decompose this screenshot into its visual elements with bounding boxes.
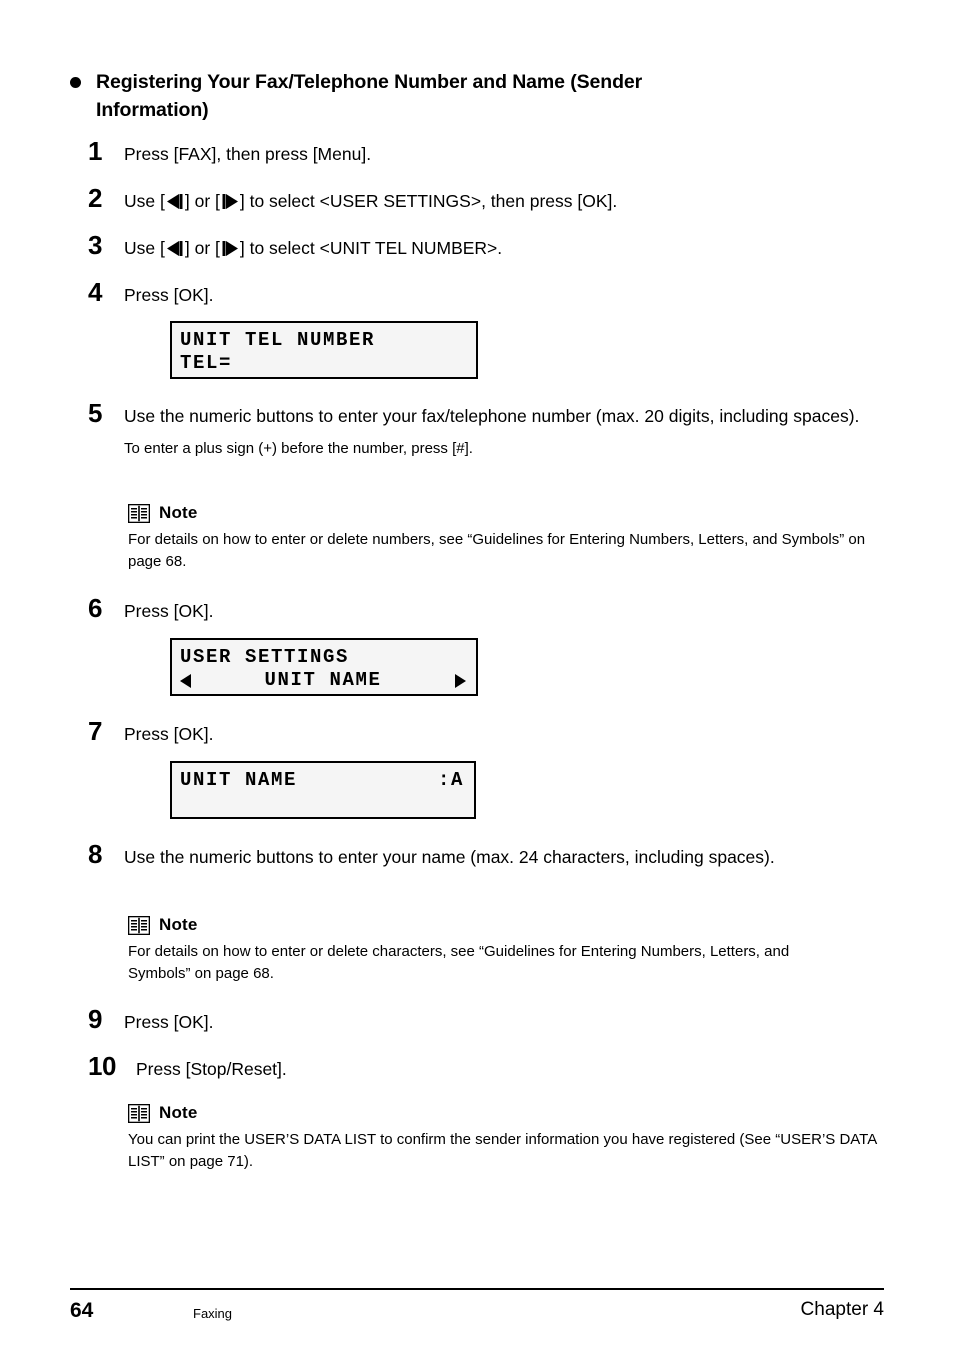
step-9: 9 Press [OK]. bbox=[88, 1006, 213, 1035]
open-book-icon bbox=[128, 1103, 150, 1123]
left-arrow-key-icon bbox=[165, 194, 185, 209]
lcd-line-1: USER SETTINGS bbox=[180, 646, 350, 668]
section-heading: Registering Your Fax/Telephone Number an… bbox=[70, 68, 870, 124]
note-title: Note bbox=[159, 1103, 198, 1122]
step-number: 3 bbox=[88, 230, 102, 260]
step-1: 1 Press [FAX], then press [Menu]. bbox=[88, 138, 371, 167]
lcd-display-unit-tel-number: UNIT TEL NUMBER TEL= bbox=[170, 321, 478, 379]
step-text-part: Use [ bbox=[124, 238, 165, 258]
step-text-part: ] or [ bbox=[184, 191, 220, 211]
note-body: For details on how to enter or delete nu… bbox=[128, 531, 866, 570]
step-text: Press [OK]. bbox=[124, 601, 214, 621]
step-5: 5 Use the numeric buttons to enter your … bbox=[88, 400, 888, 460]
step-text-part: Use [ bbox=[124, 191, 165, 211]
note-body: For details on how to enter or delete ch… bbox=[128, 943, 790, 982]
step-6: 6 Press [OK]. bbox=[88, 595, 213, 624]
open-book-icon bbox=[128, 915, 150, 935]
step-text: Press [OK]. bbox=[124, 285, 214, 305]
lcd-line-1-value: :A bbox=[437, 769, 464, 791]
note-block-1: Note For details on how to enter or dele… bbox=[128, 503, 876, 572]
lcd-line-2: UNIT NAME bbox=[180, 669, 466, 692]
step-3: 3 Use [ ] or [ ] to select <UNIT TEL NUMBE… bbox=[88, 232, 502, 261]
step-text: Use the numeric buttons to enter your na… bbox=[124, 847, 775, 867]
lcd-line-1: UNIT NAME :A bbox=[180, 769, 464, 792]
note-body: You can print the USER’S DATA LIST to co… bbox=[128, 1131, 877, 1170]
page-footer: 64 Faxing Chapter 4 bbox=[70, 1296, 884, 1330]
note-header: Note bbox=[128, 1103, 888, 1123]
manual-page: Registering Your Fax/Telephone Number an… bbox=[0, 0, 954, 1352]
step-number: 8 bbox=[88, 839, 102, 869]
right-triangle-icon bbox=[455, 673, 466, 688]
step-number: 6 bbox=[88, 593, 102, 623]
step-number: 1 bbox=[88, 136, 102, 166]
page-title: Registering Your Fax/Telephone Number an… bbox=[96, 71, 643, 121]
bullet-point-icon bbox=[70, 77, 81, 88]
step-number: 5 bbox=[88, 398, 102, 428]
step-text: Press [OK]. bbox=[124, 724, 214, 744]
step-number: 10 bbox=[88, 1051, 116, 1081]
step-text: Press [OK]. bbox=[124, 1012, 214, 1032]
step-content: Use the numeric buttons to enter your fa… bbox=[124, 400, 869, 460]
step-7: 7 Press [OK]. bbox=[88, 718, 213, 747]
step-4: 4 Press [OK]. bbox=[88, 279, 213, 308]
step-10: 10 Press [Stop/Reset]. bbox=[88, 1053, 287, 1082]
footer-page-number: 64 bbox=[70, 1299, 94, 1322]
lcd-line-2-label: UNIT NAME bbox=[264, 669, 382, 691]
lcd-line-2 bbox=[180, 792, 464, 815]
step-text-part: ] or [ bbox=[184, 238, 220, 258]
step-text: Press [FAX], then press [Menu]. bbox=[124, 144, 372, 164]
lcd-line-2: TEL= bbox=[180, 352, 233, 374]
step-2: 2 Use [ ] or [ ] to select <USER SETTINGS>… bbox=[88, 185, 617, 214]
note-block-2: Note For details on how to enter or dele… bbox=[128, 915, 853, 984]
step-number: 4 bbox=[88, 277, 102, 307]
right-arrow-key-icon bbox=[220, 241, 240, 256]
left-triangle-icon bbox=[180, 673, 191, 688]
lcd-display-user-settings: USER SETTINGS UNIT NAME bbox=[170, 638, 478, 696]
open-book-icon bbox=[128, 503, 150, 523]
step-text-part: ] to select <UNIT TEL NUMBER>. bbox=[239, 238, 503, 258]
step-text: Use [ ] or [ ] to select <UNIT TEL NUMBER>… bbox=[124, 232, 502, 261]
footer-divider bbox=[70, 1288, 884, 1290]
step-text: Press [Stop/Reset]. bbox=[136, 1059, 287, 1079]
lcd-display-unit-name: UNIT NAME :A bbox=[170, 761, 476, 819]
footer-chapter-label: Chapter 4 bbox=[800, 1299, 884, 1320]
note-header: Note bbox=[128, 915, 853, 935]
step-number: 7 bbox=[88, 716, 102, 746]
step-text: Use [ ] or [ ] to select <USER SETTINGS>, … bbox=[124, 185, 617, 214]
left-arrow-key-icon bbox=[165, 241, 185, 256]
note-header: Note bbox=[128, 503, 876, 523]
lcd-line-1: UNIT TEL NUMBER bbox=[180, 329, 376, 351]
note-title: Note bbox=[159, 503, 198, 522]
step-text: Use the numeric buttons to enter your fa… bbox=[124, 406, 860, 426]
lcd-line-1-label: UNIT NAME bbox=[180, 769, 298, 791]
step-number: 9 bbox=[88, 1004, 102, 1034]
step-number: 2 bbox=[88, 183, 102, 213]
right-arrow-key-icon bbox=[220, 194, 240, 209]
step-8: 8 Use the numeric buttons to enter your … bbox=[88, 841, 888, 870]
note-block-3: Note You can print the USER’S DATA LIST … bbox=[128, 1103, 888, 1172]
note-title: Note bbox=[159, 915, 198, 934]
footer-section-label: Faxing bbox=[193, 1306, 233, 1321]
step-text-part: ] to select <USER SETTINGS>, then press … bbox=[239, 191, 618, 211]
step-subtext: To enter a plus sign (+) before the numb… bbox=[124, 440, 473, 457]
